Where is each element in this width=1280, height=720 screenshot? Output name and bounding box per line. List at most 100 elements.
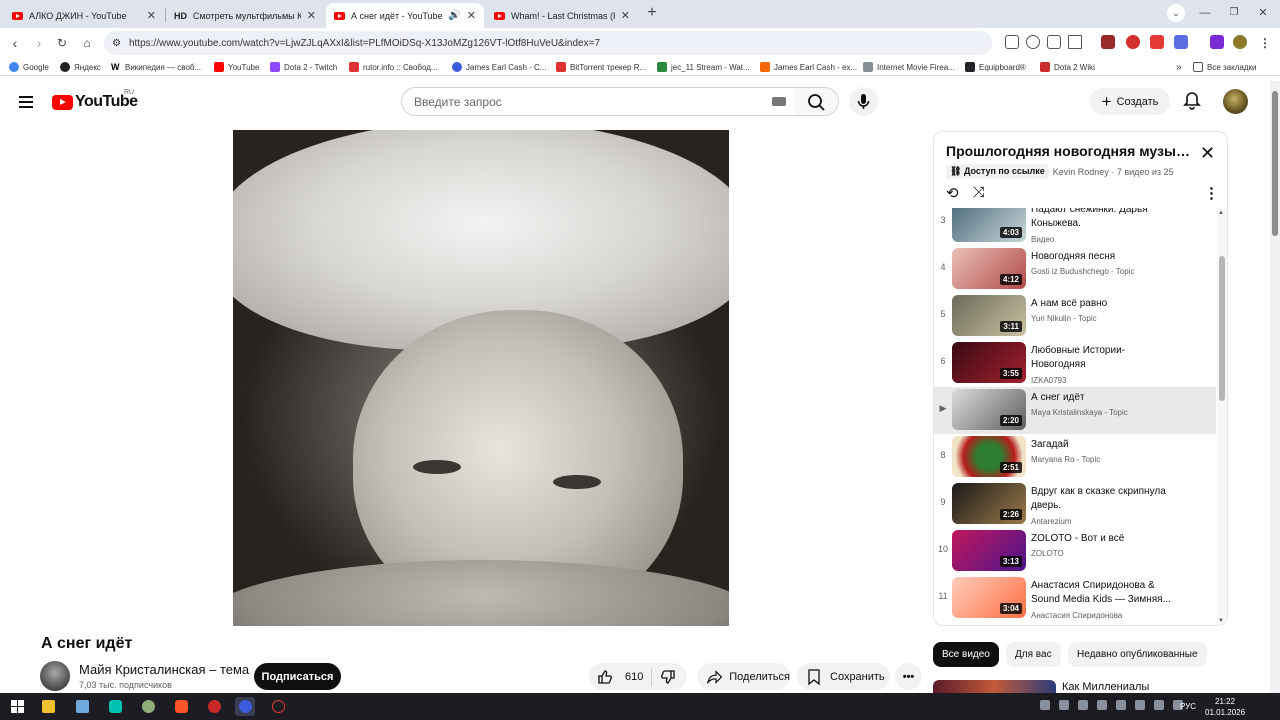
more-bookmarks-icon[interactable]: » (1176, 60, 1182, 74)
reading-list-icon[interactable] (1210, 35, 1224, 49)
playlist-title[interactable]: Прошлогодняя новогодняя музыка... (946, 143, 1196, 159)
channel-avatar[interactable] (40, 661, 70, 691)
chip-recently-uploaded[interactable]: Недавно опубликованные (1068, 642, 1207, 667)
channel-name[interactable]: Майя Кристалинская – тема (79, 662, 249, 677)
brave-icon[interactable] (175, 700, 188, 713)
extensions-puzzle-icon[interactable] (1174, 35, 1188, 49)
shuffle-icon[interactable]: ⤨ (973, 184, 985, 202)
loop-icon[interactable]: ⟲ (946, 184, 959, 202)
subscribe-button[interactable]: Подписаться (254, 663, 341, 690)
all-bookmarks[interactable]: Все закладки (1193, 60, 1256, 74)
playlist-owner[interactable]: Kevin Rodney (1053, 167, 1109, 177)
browser-tab[interactable]: Wham! - Last Christmas (ROCK ✕ (486, 3, 638, 28)
menu-dots-icon[interactable]: ⋮ (1256, 34, 1274, 52)
dislike-button[interactable] (660, 669, 676, 685)
minimize-icon[interactable]: — (1196, 4, 1214, 22)
bookmark-item[interactable]: James Earl Cash - ex... (760, 60, 857, 74)
app-icon[interactable] (142, 700, 155, 713)
browser-tab[interactable]: HD Смотреть мультфильмы Клаус о ✕ (166, 3, 324, 28)
share-icon[interactable] (1047, 35, 1061, 49)
bookmark-icon[interactable] (1068, 35, 1082, 49)
playlist-menu-icon[interactable]: ⋮ (1204, 184, 1219, 202)
bookmark-item[interactable]: Equipboard® (965, 60, 1026, 74)
playlist-item[interactable]: 5 3:11 А нам всё равно Yuri Nikulin - Topic (934, 293, 1216, 340)
bookmark-item[interactable]: BitTorrent трекер R... (556, 60, 646, 74)
share-button[interactable]: Поделиться (697, 663, 790, 690)
back-icon[interactable]: ‹ (6, 34, 24, 52)
video-player[interactable] (233, 130, 729, 626)
new-tab-button[interactable]: + (643, 4, 661, 22)
site-info-icon[interactable]: ⚙ (112, 38, 121, 49)
playlist-item-thumbnail[interactable]: 3:11 (952, 295, 1026, 336)
scroll-down-icon[interactable]: ▼ (1218, 618, 1224, 624)
close-tab-icon[interactable]: ✕ (147, 9, 156, 22)
browser-tab[interactable]: АЛКО ДЖИН - YouTube ✕ (4, 3, 164, 28)
create-button[interactable]: + Создать (1090, 88, 1170, 115)
search-input[interactable]: Введите запрос (401, 87, 795, 116)
like-button[interactable]: 610 (589, 669, 643, 685)
bookmark-item[interactable]: YouTube (214, 60, 259, 74)
playlist-item[interactable]: 3 4:03 Падают снежинки. Дарья Коныжева. Вид… (934, 208, 1216, 246)
profile-icon[interactable] (1233, 35, 1247, 49)
forward-icon[interactable]: › (30, 34, 48, 52)
page-scrollbar[interactable] (1270, 81, 1280, 693)
playlist-item-thumbnail[interactable]: 4:03 (952, 208, 1026, 242)
zoom-icon[interactable] (1026, 35, 1040, 49)
playlist-item-thumbnail[interactable]: 3:04 (952, 577, 1026, 618)
bookmark-item[interactable]: Dota 2 Wiki (1040, 60, 1095, 74)
browser-icon[interactable] (239, 700, 252, 713)
bookmark-item[interactable]: Яндекс (60, 60, 101, 74)
playlist-item[interactable]: 10 3:13 ZOLOTO - Вот и всё ZOLOTO (934, 528, 1216, 575)
bookmark-item[interactable]: W Википедия — своб... (111, 60, 201, 74)
playlist-item-thumbnail[interactable]: 2:26 (952, 483, 1026, 524)
hamburger-menu-icon[interactable] (19, 96, 33, 108)
scrollbar-thumb[interactable] (1219, 256, 1225, 401)
obs-icon[interactable] (272, 700, 285, 713)
bookmark-item[interactable]: Google (9, 60, 49, 74)
search-button[interactable] (794, 87, 839, 116)
tray-icon[interactable] (1059, 700, 1069, 710)
tray-icon[interactable] (1135, 700, 1145, 710)
tray-icon[interactable] (1078, 700, 1088, 710)
playlist-item-thumbnail[interactable]: 4:12 (952, 248, 1026, 289)
playlist-item-thumbnail[interactable]: 3:55 (952, 342, 1026, 383)
playlist-item[interactable]: 8 2:51 Загадай Maryana Ro - Topic (934, 434, 1216, 481)
app-icon[interactable] (76, 700, 89, 713)
restore-icon[interactable]: ❐ (1225, 4, 1243, 22)
extension-icon[interactable] (1101, 35, 1115, 49)
speaker-icon[interactable]: 🔊 (448, 10, 460, 21)
page-scrollbar-thumb[interactable] (1272, 91, 1278, 236)
home-icon[interactable]: ⌂ (78, 34, 96, 52)
address-bar[interactable]: ⚙ https://www.youtube.com/watch?v=LjwZJL… (104, 31, 992, 55)
recommended-title[interactable]: Как Миллениалы (1062, 681, 1149, 693)
system-clock[interactable]: 21:22 01.01.2026 (1205, 696, 1245, 718)
chip-all-videos[interactable]: Все видео (933, 642, 999, 667)
tray-icon[interactable] (1116, 700, 1126, 710)
file-explorer-icon[interactable] (42, 700, 55, 713)
language-indicator[interactable]: РУС (1180, 702, 1196, 711)
close-tab-icon[interactable]: ✕ (621, 9, 630, 22)
playlist-item-thumbnail[interactable]: 2:20 (952, 389, 1026, 430)
voice-search-button[interactable] (849, 87, 878, 116)
tiktok-icon[interactable] (109, 700, 122, 713)
playlist-item-thumbnail[interactable]: 3:13 (952, 530, 1026, 571)
bookmark-item[interactable]: Dota 2 - Twitch (270, 60, 337, 74)
more-actions-icon[interactable]: ••• (895, 663, 922, 690)
browser-tab-active[interactable]: А снег идёт - YouTube 🔊 ✕ (326, 3, 484, 28)
vivaldi-icon[interactable] (208, 700, 221, 713)
account-avatar[interactable] (1223, 89, 1248, 114)
notifications-bell-icon[interactable] (1182, 91, 1202, 111)
reload-icon[interactable]: ↻ (53, 34, 71, 52)
playlist-item[interactable]: 9 2:26 Вдруг как в сказке скрипнула дверь.… (934, 481, 1216, 528)
chip-for-you[interactable]: Для вас (1006, 642, 1061, 667)
save-button[interactable]: Сохранить (797, 663, 890, 690)
close-tab-icon[interactable]: ✕ (307, 9, 316, 22)
playlist-item[interactable]: ▶ 2:20 А снег идёт Maya Kristalinskaya - To… (934, 387, 1216, 434)
close-window-icon[interactable]: ✕ (1254, 4, 1272, 22)
playlist-item[interactable]: 11 3:04 Анастасия Спиридонова & Sound Medi… (934, 575, 1216, 622)
wifi-icon[interactable] (1154, 700, 1164, 710)
playlist-item-thumbnail[interactable]: 2:51 (952, 436, 1026, 477)
cast-icon[interactable] (1005, 35, 1019, 49)
extension-icon[interactable] (1126, 35, 1140, 49)
scroll-up-icon[interactable]: ▲ (1218, 210, 1224, 216)
